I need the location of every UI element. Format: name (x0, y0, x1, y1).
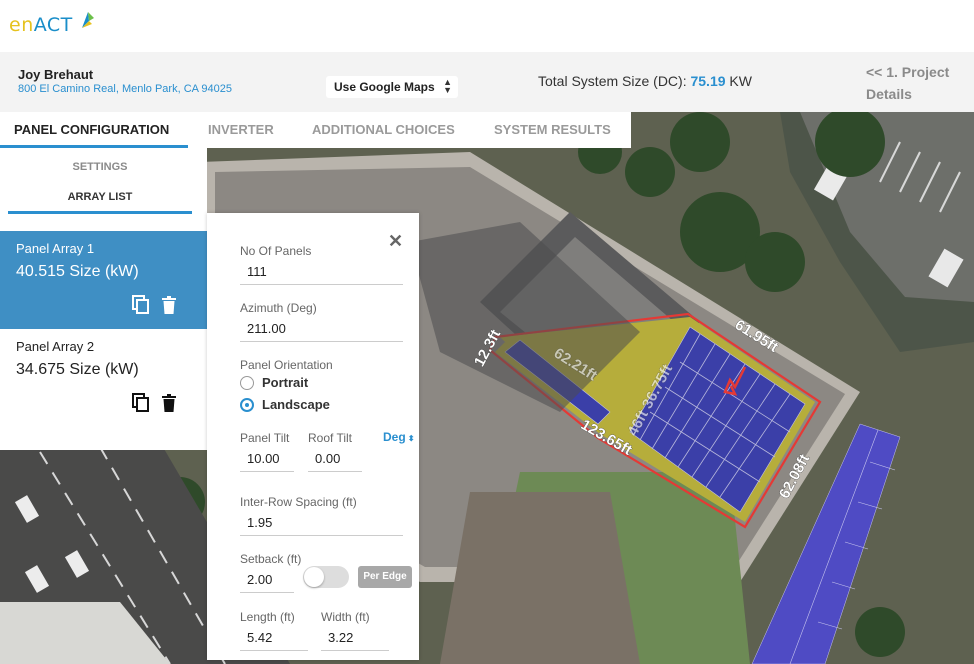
project-header: Joy Brehaut 800 El Camino Real, Menlo Pa… (0, 52, 974, 112)
orientation-label: Panel Orientation (240, 358, 333, 372)
landscape-label[interactable]: Landscape (262, 397, 330, 412)
roof-tilt-input[interactable]: 0.00 (315, 451, 340, 466)
panels-input[interactable]: 111 (247, 264, 267, 279)
landscape-radio[interactable] (240, 398, 254, 412)
setback-label: Setback (ft) (240, 552, 302, 566)
per-edge-button[interactable]: Per Edge (358, 566, 412, 588)
select-arrows-icon: ⬍ (405, 434, 415, 443)
tab-inverter[interactable]: INVERTER (208, 112, 292, 148)
array-size: 40.515 Size (kW) (16, 263, 139, 280)
copy-icon[interactable] (132, 295, 150, 315)
panel-tilt-underline (240, 471, 294, 472)
azimuth-underline (240, 341, 403, 342)
customer-address[interactable]: 800 El Camino Real, Menlo Park, CA 94025 (18, 83, 232, 95)
spacing-underline (240, 535, 403, 536)
array-list-panel: SETTINGS ARRAY LIST Panel Array 1 40.515… (0, 148, 207, 450)
setback-input[interactable]: 2.00 (247, 572, 272, 587)
portrait-radio[interactable] (240, 376, 254, 390)
close-icon[interactable]: ✕ (388, 231, 403, 252)
logo-text-en: en (9, 14, 34, 36)
setback-underline (240, 592, 294, 593)
tilt-unit-value: Deg (383, 430, 406, 444)
customer-name: Joy Brehaut (18, 67, 94, 82)
length-input[interactable]: 5.42 (247, 630, 272, 645)
portrait-label[interactable]: Portrait (262, 375, 308, 390)
array-settings-form: ✕ No Of Panels 111 Azimuth (Deg) 211.00 … (207, 213, 419, 660)
select-arrows-icon: ▲ ▼ (443, 77, 452, 95)
system-size-unit: KW (725, 73, 752, 89)
total-system-size: Total System Size (DC): 75.19 KW (538, 73, 752, 89)
width-input[interactable]: 3.22 (328, 630, 353, 645)
panels-label: No Of Panels (240, 244, 312, 258)
map-source-value: Use Google Maps (334, 80, 435, 94)
array-size: 34.675 Size (kW) (16, 361, 139, 378)
leaf-icon (82, 12, 94, 28)
tab-system-results[interactable]: SYSTEM RESULTS (494, 112, 620, 148)
width-label: Width (ft) (321, 610, 370, 624)
trash-icon[interactable] (160, 295, 178, 315)
panel-array-item[interactable]: Panel Array 1 40.515 Size (kW) (0, 231, 207, 329)
subtab-array-list[interactable]: ARRAY LIST (0, 191, 200, 203)
trash-icon[interactable] (160, 393, 178, 413)
panel-array-item[interactable]: Panel Array 2 34.675 Size (kW) (0, 329, 207, 427)
roof-tilt-label: Roof Tilt (308, 431, 353, 445)
tilt-unit-select[interactable]: Deg ⬍ (383, 430, 415, 444)
tab-additional-choices[interactable]: ADDITIONAL CHOICES (312, 112, 474, 148)
system-size-label: Total System Size (DC): (538, 73, 691, 89)
length-underline (240, 650, 308, 651)
array-name: Panel Array 2 (16, 339, 95, 354)
map-source-select[interactable]: Use Google Maps ▲ ▼ (326, 76, 458, 98)
back-to-project-details-link[interactable]: << 1. Project Details (866, 61, 966, 105)
width-underline (321, 650, 389, 651)
azimuth-label: Azimuth (Deg) (240, 301, 317, 315)
system-size-value: 75.19 (690, 73, 726, 89)
azimuth-input[interactable]: 211.00 (247, 321, 286, 336)
spacing-input[interactable]: 1.95 (247, 515, 272, 530)
subtab-active-indicator (8, 211, 192, 214)
array-name: Panel Array 1 (16, 241, 95, 256)
logo-bar: enACT (0, 0, 974, 52)
per-edge-toggle[interactable] (303, 566, 349, 588)
copy-icon[interactable] (132, 393, 150, 413)
panel-tilt-label: Panel Tilt (240, 431, 290, 445)
length-label: Length (ft) (240, 610, 295, 624)
panels-underline (240, 284, 403, 285)
subtab-settings[interactable]: SETTINGS (0, 161, 200, 173)
roof-tilt-underline (308, 471, 362, 472)
tab-panel-configuration[interactable]: PANEL CONFIGURATION (0, 112, 188, 148)
logo-text-act: ACT (33, 14, 73, 36)
main-tabs: PANEL CONFIGURATION INVERTER ADDITIONAL … (0, 112, 631, 148)
spacing-label: Inter-Row Spacing (ft) (240, 495, 357, 509)
enact-logo[interactable]: enACT (9, 14, 73, 36)
panel-tilt-input[interactable]: 10.00 (247, 451, 280, 466)
